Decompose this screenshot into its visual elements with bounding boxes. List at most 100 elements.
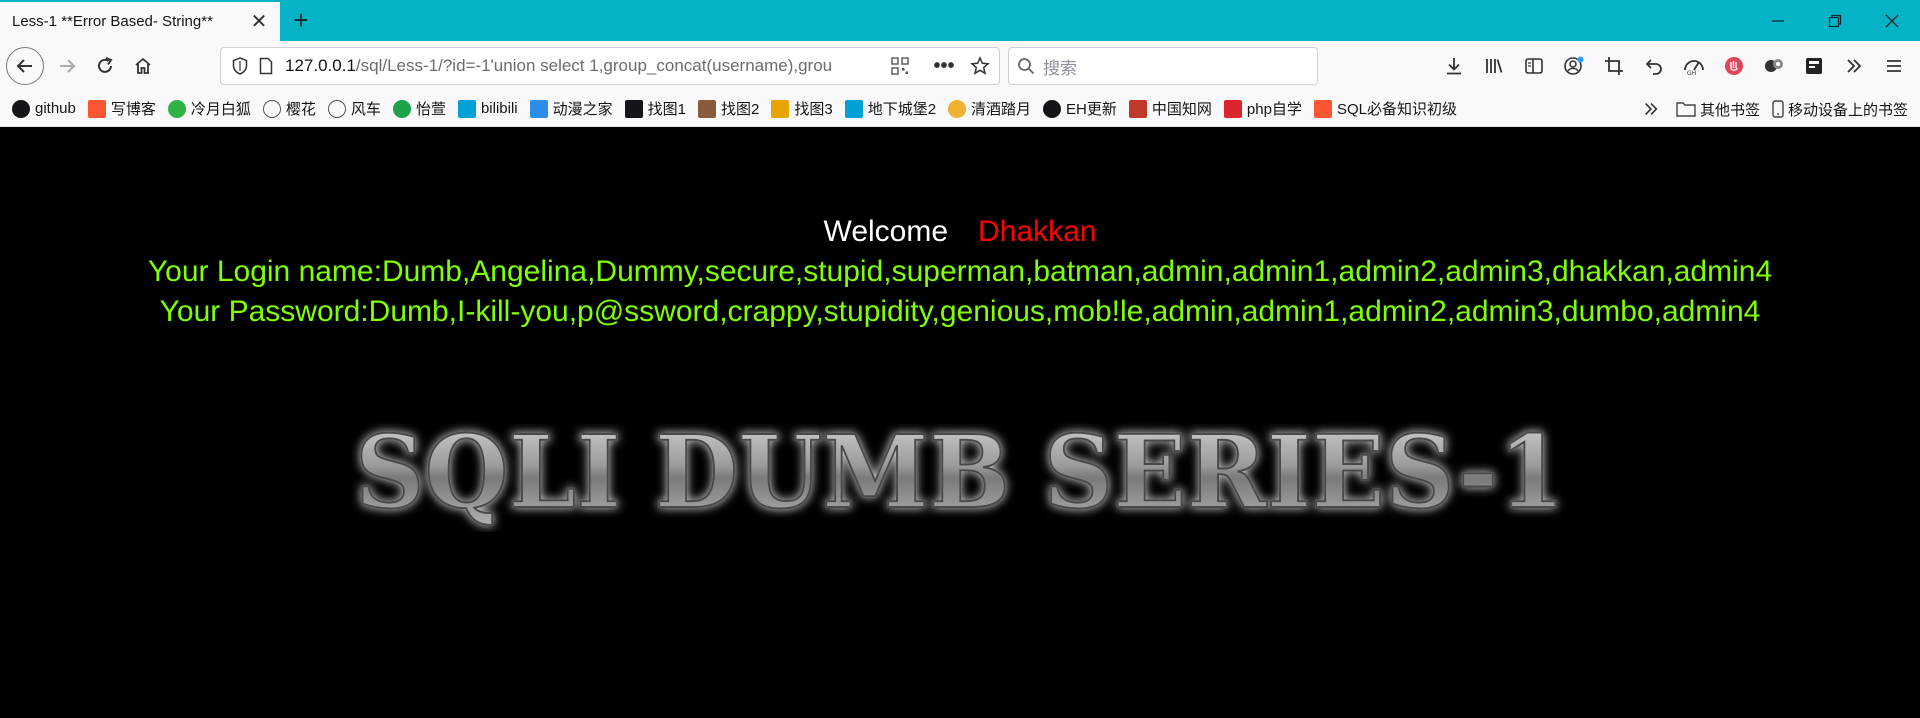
library-button[interactable] [1474,46,1514,86]
welcome-text: Welcome [823,215,949,248]
new-tab-button[interactable]: + [280,0,322,41]
window-controls [1749,0,1920,41]
dmzj-icon [529,99,548,118]
qr-code-icon[interactable] [887,53,913,79]
speed-button[interactable]: GH [1674,46,1714,86]
search-icon [1018,58,1035,75]
bookmark-item[interactable]: bilibili [457,99,518,118]
bookmark-label: 风车 [350,101,381,118]
other-bookmarks-folder[interactable]: 其他书签 [1676,99,1760,120]
bookmark-label: php自学 [1246,101,1302,118]
bookmark-item[interactable]: php自学 [1223,98,1302,119]
page-icon[interactable] [253,53,279,79]
extension-button[interactable] [1754,46,1794,86]
back-button[interactable] [6,47,44,85]
url-host: 127.0.0.1 [285,56,356,75]
cnki-icon [1128,99,1147,118]
bookmark-item[interactable]: 写博客 [87,98,156,119]
crop-icon [1605,57,1623,75]
avatar-icon [698,99,716,118]
page-actions-icon[interactable]: ••• [931,53,957,79]
bookmark-label: EH更新 [1066,101,1117,118]
leaf-icon [392,99,411,118]
bookmark-item[interactable]: SQL必备知识初级 [1313,98,1457,119]
search-bar[interactable]: 搜索 [1008,47,1318,85]
hamburger-icon [1887,60,1901,72]
bookmark-label: 樱花 [285,101,316,118]
url-text[interactable]: 127.0.0.1/sql/Less-1/?id=-1'union select… [279,56,887,76]
crop-button[interactable] [1594,46,1634,86]
bookmark-label: 怡萱 [415,101,446,118]
search-input[interactable]: 搜索 [1035,54,1077,79]
overflow-menu-button[interactable] [1834,46,1874,86]
bookmark-item[interactable]: 中国知网 [1128,98,1212,119]
account-button[interactable] [1554,46,1594,86]
bookmark-item[interactable]: 风车 [327,98,381,119]
bookmarks-overflow-button[interactable] [1642,100,1660,118]
hamburger-menu-button[interactable] [1874,46,1914,86]
bookmark-star-icon[interactable] [967,53,993,79]
close-window-button[interactable] [1863,0,1920,41]
extension-icon [1765,59,1783,72]
bookmark-label: github [35,100,76,117]
url-path: /sql/Less-1/?id=-1'union select 1,group_… [355,56,833,75]
bookmark-item[interactable]: 樱花 [262,98,316,119]
php-icon [1223,99,1242,118]
bookmark-item[interactable]: 冷月白狐 [167,98,251,119]
download-button[interactable] [1434,46,1474,86]
notes-button[interactable] [1794,46,1834,86]
user-name: Dhakkan [978,215,1097,248]
sqli-dumb-series-banner: SQLI DUMB SERIES-1 [354,412,1566,532]
home-button[interactable] [124,47,162,85]
csdn-icon [1313,99,1332,118]
bookmark-item[interactable]: EH更新 [1043,98,1117,119]
banner-text: SQLI DUMB SERIES-1 [355,413,1565,531]
bookmarks-toolbar: github 写博客 冷月白狐 樱花 风车 怡萱 bilibili 动漫之家 找图1 找图2 找图3… [0,91,1920,127]
bookmark-item[interactable]: github [12,99,76,118]
bookmark-label: 写博客 [110,101,156,118]
bookmark-item[interactable]: 动漫之家 [529,98,613,119]
bookmark-item[interactable]: 找图2 [698,98,759,119]
moon-icon [948,99,967,118]
chevrons-right-icon [1644,103,1658,115]
minimize-button[interactable] [1749,0,1806,41]
welcome-line: Welcome Dhakkan [0,215,1920,249]
bookmark-label: SQL必备知识初级 [1336,101,1457,118]
reload-button[interactable] [86,47,124,85]
active-tab[interactable]: Less-1 **Error Based- String** ✕ [0,2,280,41]
restore-icon [1828,14,1841,27]
adblock-button[interactable] [1714,46,1754,86]
bookmark-item[interactable]: 找图3 [771,98,833,119]
bookmark-label: 冷月白狐 [190,101,251,118]
tab-close-icon[interactable]: ✕ [248,11,270,33]
forward-arrow-icon [60,59,76,73]
sidebar-icon [1525,58,1543,74]
undo-button[interactable] [1634,46,1674,86]
image-icon [771,99,790,118]
svg-text:GH: GH [1687,70,1696,76]
chevrons-right-icon [1847,59,1862,73]
phone-icon [1772,100,1784,118]
bookmarks-right: 其他书签 移动设备上的书签 [1642,91,1908,127]
library-icon [1486,59,1503,73]
sidebar-button[interactable] [1514,46,1554,86]
restore-button[interactable] [1806,0,1863,41]
tab-strip: Less-1 **Error Based- String** ✕ + [0,0,1920,41]
bookmark-item[interactable]: 地下城堡2 [844,98,936,119]
url-bar[interactable]: 127.0.0.1/sql/Less-1/?id=-1'union select… [220,47,1000,85]
home-icon [135,57,151,74]
csdn-icon [87,99,106,118]
navigation-toolbar: 127.0.0.1/sql/Less-1/?id=-1'union select… [0,41,1920,91]
forward-button[interactable] [48,47,86,85]
bookmark-label: bilibili [480,100,518,117]
bookmark-item[interactable]: 清酒踏月 [948,98,1031,119]
bilibili-icon [844,99,863,118]
shield-icon[interactable] [227,53,253,79]
mobile-bookmarks-folder[interactable]: 移动设备上的书签 [1772,99,1908,120]
leaf-icon [167,99,186,118]
github-icon [12,99,30,118]
bookmark-item[interactable]: 怡萱 [392,98,446,119]
bookmark-item[interactable]: 找图1 [624,98,686,119]
tab-title: Less-1 **Error Based- String** [12,13,213,30]
undo-icon [1645,59,1662,75]
